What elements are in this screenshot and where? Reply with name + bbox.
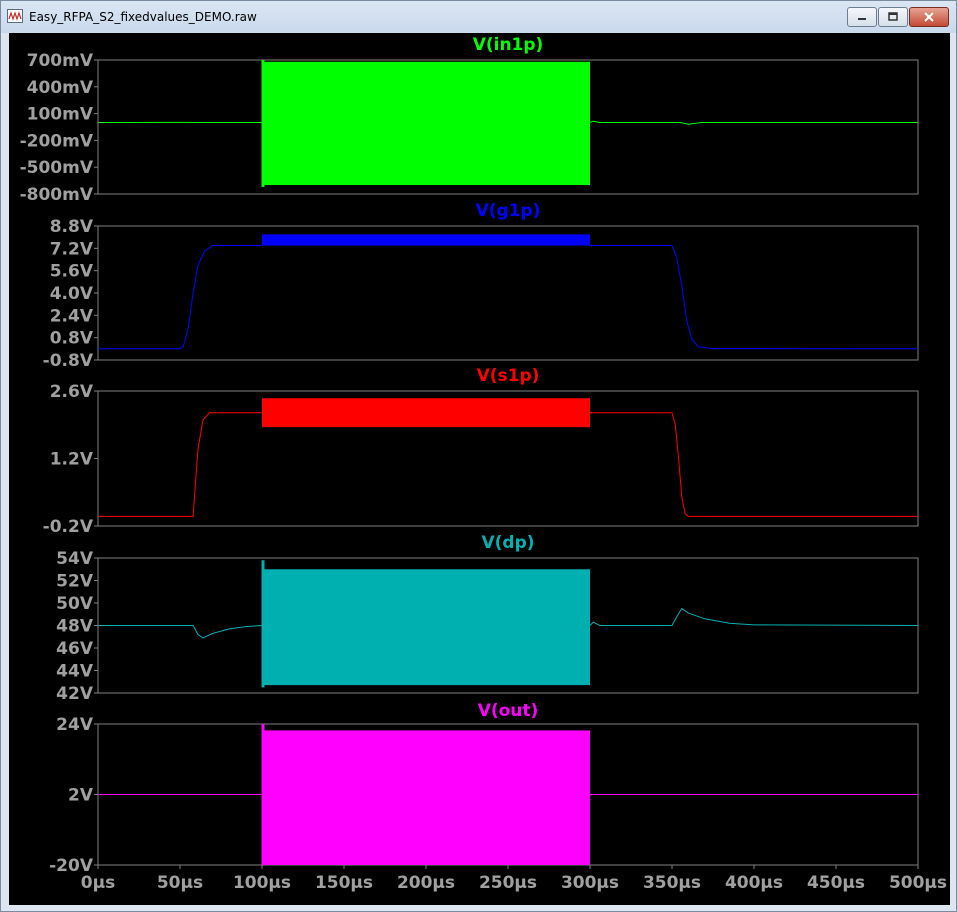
y-tick-label: -500mV <box>20 158 94 178</box>
minimize-icon <box>858 18 866 20</box>
series-line-pre <box>98 625 263 639</box>
maximize-icon <box>888 12 898 21</box>
series-burst-envelope <box>262 398 590 428</box>
series-burst-envelope <box>262 730 590 865</box>
x-tick-label: 100µs <box>233 873 291 893</box>
y-tick-label: 44V <box>56 662 94 682</box>
x-tick-label: 400µs <box>725 873 783 893</box>
series-line-post <box>590 245 919 350</box>
y-tick-label: 46V <box>56 639 94 659</box>
y-tick-label: -0.8V <box>43 351 94 371</box>
y-tick-label: 52V <box>56 572 94 592</box>
x-tick-label: 350µs <box>643 873 701 893</box>
y-tick-label: 4.0V <box>50 284 94 304</box>
pane-title: V(g1p) <box>476 201 541 221</box>
x-tick-label: 50µs <box>157 873 203 893</box>
pane-frame <box>97 225 919 361</box>
waveform-chart[interactable]: V(in1p) 700mV 400mV 100mV -200mV -500mV -800mV… <box>9 33 950 905</box>
y-tick-label: 8.8V <box>50 217 94 237</box>
pane-title: V(in1p) <box>473 35 544 55</box>
series-burst-envelope <box>262 234 590 246</box>
y-tick-label: 42V <box>56 684 94 704</box>
series-burst-envelope <box>262 61 590 186</box>
window-title: Easy_RFPA_S2_fixedvalues_DEMO.raw <box>29 10 257 24</box>
y-tick-label: 2.6V <box>50 382 94 402</box>
y-tick-label: 100mV <box>27 105 94 125</box>
waveform-icon <box>7 9 23 23</box>
y-tick-label: 7.2V <box>50 239 94 259</box>
y-tick-label: 5.6V <box>50 262 94 282</box>
x-tick-label: 200µs <box>397 873 455 893</box>
series-line-post <box>589 607 919 626</box>
y-tick-label: 2V <box>68 786 94 806</box>
y-tick-label: 1.2V <box>50 450 94 470</box>
close-button[interactable] <box>909 7 949 27</box>
y-tick-label: 48V <box>56 617 94 637</box>
x-tick-label: 0µs <box>81 873 115 893</box>
title-bar[interactable]: Easy_RFPA_S2_fixedvalues_DEMO.raw <box>1 1 956 33</box>
y-tick-label: 700mV <box>27 51 94 71</box>
y-tick-label: -800mV <box>20 185 94 205</box>
waveform-viewer[interactable]: V(in1p) 700mV 400mV 100mV -200mV -500mV -800mV… <box>9 33 950 905</box>
pane-title: V(dp) <box>481 533 534 553</box>
x-tick-label: 150µs <box>315 873 373 893</box>
series-line-pre <box>98 245 262 350</box>
x-tick-label: 250µs <box>479 873 537 893</box>
pane-title: V(s1p) <box>477 366 540 386</box>
y-tick-label: 24V <box>56 715 94 735</box>
app-window: Easy_RFPA_S2_fixedvalues_DEMO.raw V(in1p… <box>0 0 957 912</box>
series-line-pre <box>98 412 262 517</box>
pane-title: V(out) <box>478 701 539 721</box>
y-tick-label: 400mV <box>27 78 94 98</box>
y-tick-label: -200mV <box>20 131 94 151</box>
minimize-button[interactable] <box>847 7 877 27</box>
y-tick-label: 0.8V <box>50 329 94 349</box>
close-icon <box>924 12 934 22</box>
series-line-post <box>589 120 918 125</box>
x-tick-label: 450µs <box>807 873 865 893</box>
x-tick-label: 500µs <box>889 873 947 893</box>
y-tick-label: 54V <box>56 549 94 569</box>
y-tick-label: 2.4V <box>50 306 94 326</box>
maximize-button[interactable] <box>878 7 908 27</box>
x-tick-label: 300µs <box>561 873 619 893</box>
series-burst-envelope <box>262 569 590 686</box>
series-line-post <box>590 412 918 517</box>
y-tick-label: 50V <box>56 594 94 614</box>
y-tick-label: -0.2V <box>43 517 94 537</box>
